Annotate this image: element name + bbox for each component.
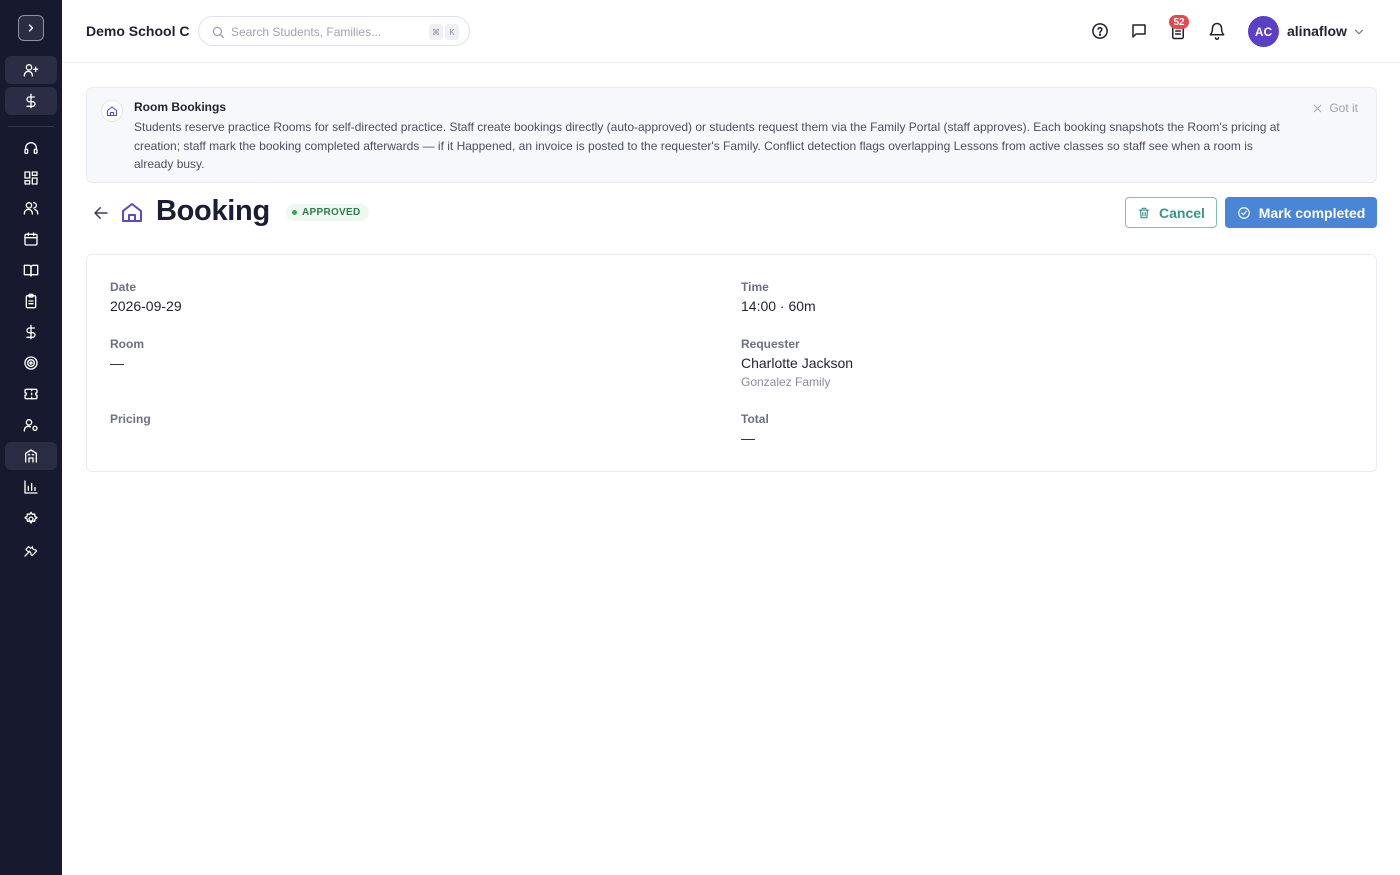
- sidebar-item-add-student[interactable]: [5, 56, 57, 84]
- cancel-booking-button[interactable]: Cancel: [1125, 197, 1217, 228]
- user-avatar[interactable]: AC: [1248, 16, 1279, 47]
- check-circle-icon: [1237, 206, 1250, 219]
- sidebar-item-curriculum[interactable]: [5, 256, 57, 284]
- pricing-label: Pricing: [110, 412, 151, 426]
- total-label: Total: [741, 412, 769, 426]
- sidebar-item-people[interactable]: [5, 194, 57, 222]
- sidebar-item-calendar[interactable]: [5, 225, 57, 253]
- sidebar-item-staff[interactable]: [5, 411, 57, 439]
- message-square-icon: [1132, 24, 1146, 38]
- trash-icon: [1138, 207, 1150, 218]
- sidebar-item-goals[interactable]: [5, 349, 57, 377]
- sidebar-expand-button[interactable]: [18, 15, 44, 41]
- sidebar-item-attendance[interactable]: [5, 287, 57, 315]
- dollar-icon: [26, 93, 36, 109]
- bar-chart-icon: [24, 480, 38, 494]
- home-icon: [106, 106, 118, 117]
- sidebar-item-rooms[interactable]: [5, 442, 57, 470]
- banner-title: Room Bookings: [134, 100, 226, 114]
- top-header: Demo School C ⌘ K 52 AC alinaflow: [62, 0, 1400, 63]
- global-search[interactable]: ⌘ K: [198, 16, 470, 46]
- book-icon: [23, 264, 39, 277]
- banner-description: Students reserve practice Rooms for self…: [134, 120, 1280, 171]
- help-circle-icon: [1092, 23, 1108, 39]
- clipboard-icon: [25, 293, 37, 309]
- search-icon: [212, 26, 224, 38]
- sidebar-divider: [8, 126, 54, 127]
- time-value: 14:00 · 60m: [741, 298, 816, 314]
- shortcut-key-cmd: ⌘: [429, 24, 443, 40]
- back-arrow-icon[interactable]: [92, 204, 110, 222]
- ticket-icon: [24, 388, 38, 400]
- room-value: —: [110, 355, 124, 371]
- user-cog-icon: [23, 419, 38, 432]
- status-label: APPROVED: [302, 207, 361, 218]
- requester-name[interactable]: Charlotte Jackson: [741, 355, 853, 371]
- mark-completed-button[interactable]: Mark completed: [1225, 197, 1377, 228]
- tasks-count-badge: 52: [1169, 15, 1189, 29]
- sidebar-item-reports[interactable]: [5, 473, 57, 501]
- banner-icon-wrapper: [101, 100, 123, 122]
- wrench-icon: [24, 545, 38, 557]
- shortcut-key-k: K: [445, 24, 459, 40]
- building-icon: [25, 449, 37, 463]
- sidebar-item-tools[interactable]: [5, 536, 57, 564]
- booking-details-card: Date 2026-09-29 Time 14:00 · 60m Room — …: [86, 254, 1377, 472]
- date-label: Date: [110, 280, 137, 294]
- school-name[interactable]: Demo School C: [86, 23, 189, 39]
- calendar-icon: [24, 232, 38, 246]
- bell-icon: [1209, 22, 1225, 40]
- sidebar-item-billing-quick[interactable]: [5, 87, 57, 115]
- date-value: 2026-09-29: [110, 298, 182, 314]
- total-value: —: [741, 430, 755, 446]
- sidebar-item-support[interactable]: [5, 134, 57, 162]
- cancel-label: Cancel: [1159, 204, 1205, 221]
- room-bookings-info-banner: Room Bookings Students reserve practice …: [86, 87, 1377, 183]
- messages-button[interactable]: [1128, 20, 1150, 42]
- banner-dismiss-button[interactable]: Got it: [1312, 101, 1358, 115]
- sidebar: [0, 0, 62, 875]
- chevron-right-icon: [28, 24, 34, 32]
- sidebar-item-settings[interactable]: [5, 505, 57, 533]
- sidebar-item-tickets[interactable]: [5, 380, 57, 408]
- search-input[interactable]: [231, 23, 421, 41]
- requester-label: Requester: [741, 337, 800, 351]
- dollar-icon: [26, 324, 36, 340]
- help-button[interactable]: [1089, 20, 1111, 42]
- settings-icon: [24, 511, 38, 524]
- users-icon: [23, 202, 39, 215]
- user-name[interactable]: alinaflow: [1287, 23, 1347, 39]
- close-icon: [1314, 104, 1322, 112]
- headset-icon: [24, 142, 38, 154]
- notifications-button[interactable]: [1206, 20, 1228, 42]
- sidebar-item-dashboard[interactable]: [5, 164, 57, 192]
- room-label: Room: [110, 337, 144, 351]
- status-badge: APPROVED: [286, 204, 369, 221]
- page-title: Booking: [156, 195, 270, 227]
- time-label: Time: [741, 280, 769, 294]
- user-plus-icon: [23, 63, 39, 77]
- requester-family[interactable]: Gonzalez Family: [741, 375, 830, 389]
- banner-dismiss-label: Got it: [1329, 101, 1358, 115]
- chevron-down-icon[interactable]: [1352, 25, 1366, 39]
- sidebar-item-finance[interactable]: [5, 318, 57, 346]
- status-dot: [292, 210, 297, 215]
- dashboard-grid-icon: [24, 171, 38, 185]
- target-icon: [24, 356, 38, 370]
- mark-completed-label: Mark completed: [1258, 204, 1366, 221]
- home-icon: [122, 203, 142, 222]
